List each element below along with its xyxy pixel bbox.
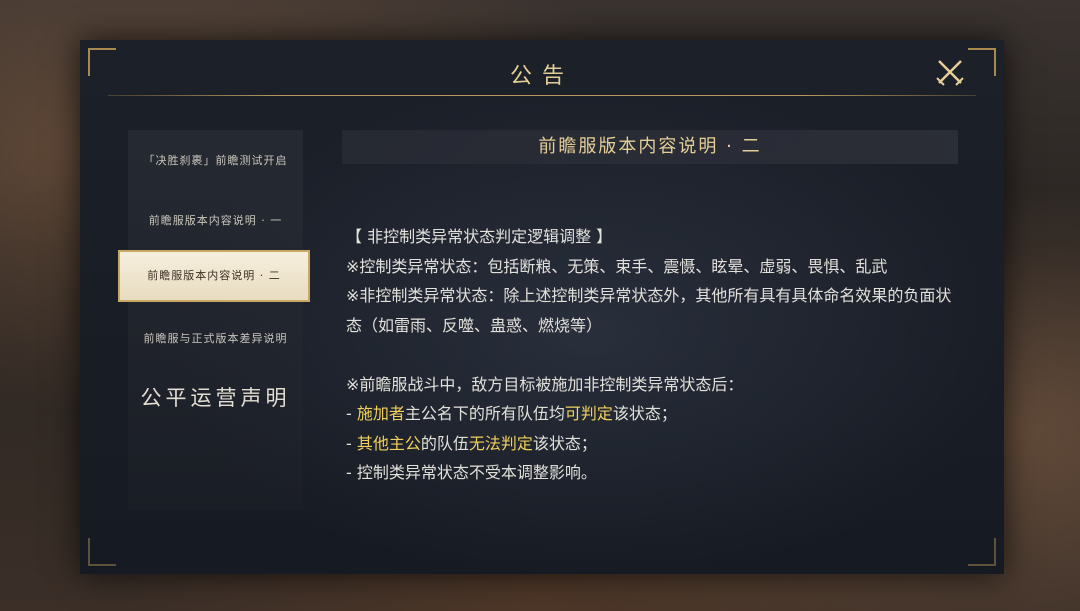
game-background: 公告 「决胜刹裹」前瞻测试开启 前瞻服版本内容说明 · 一 前瞻服版本内容说明 … (0, 0, 1080, 611)
sidebar-item-differences[interactable]: 前瞻服与正式版本差异说明 (128, 330, 303, 346)
close-icon[interactable] (934, 56, 966, 88)
sidebar-item-content-2[interactable]: 前瞻服版本内容说明 · 二 (118, 250, 310, 302)
sidebar-item-test-open[interactable]: 「决胜刹裹」前瞻测试开启 (128, 152, 303, 168)
bullet-other-lords: - 其他主公的队伍无法判定该状态； (346, 433, 597, 453)
dialog-title: 公告 (509, 64, 574, 89)
highlight-text: 可判定 (564, 404, 613, 423)
announcement-sidebar: 「决胜刹裹」前瞻测试开启 前瞻服版本内容说明 · 一 前瞻服版本内容说明 · 二… (118, 130, 310, 510)
section-heading: 【 非控制类异常状态判定逻辑调整 】 (346, 227, 613, 246)
announcement-dialog: 公告 「决胜刹裹」前瞻测试开启 前瞻服版本内容说明 · 一 前瞻服版本内容说明 … (80, 40, 1004, 574)
announcement-body: 【 非控制类异常状态判定逻辑调整 】 ※控制类异常状态：包括断粮、无策、束手、震… (346, 222, 956, 488)
sidebar-item-fair-play[interactable]: 公平运营声明 (128, 382, 303, 412)
bullet-applier: - 施加者主公名下的所有队伍均可判定该状态； (346, 404, 677, 423)
paragraph-control-states: ※控制类异常状态：包括断粮、无策、束手、震慑、眩晕、虚弱、畏惧、乱武 (346, 256, 888, 276)
corner-ornament (88, 538, 116, 566)
bullet-control-unaffected: - 控制类异常状态不受本调整影响。 (346, 463, 597, 482)
paragraph-noncontrol-states: ※非控制类异常状态：除上述控制类异常状态外，其他所有具有具体命名效果的负面状态（… (346, 286, 952, 335)
highlight-text: 施加者 (356, 404, 405, 423)
corner-ornament (968, 538, 996, 566)
highlight-text: 无法判定 (468, 433, 533, 453)
content-title: 前瞻服版本内容说明 · 二 (342, 130, 958, 164)
highlight-text: 其他主公 (356, 433, 421, 453)
sidebar-item-content-1[interactable]: 前瞻服版本内容说明 · 一 (128, 212, 303, 228)
paragraph-battle-rule: ※前瞻服战斗中，敌方目标被施加非控制类异常状态后： (346, 374, 744, 394)
header-divider (108, 95, 976, 96)
